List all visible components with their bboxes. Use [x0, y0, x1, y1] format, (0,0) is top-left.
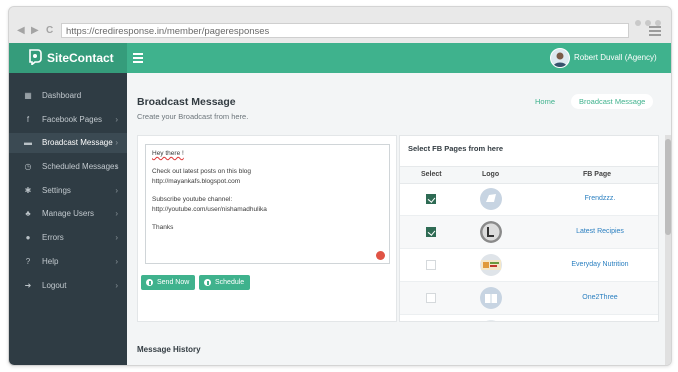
- sidebar-item-facebook-pages[interactable]: f Facebook Pages ›: [9, 110, 127, 130]
- table-row: Latest Recipies: [400, 216, 658, 249]
- sidebar-item-errors[interactable]: ● Errors ›: [9, 228, 127, 248]
- plus-circle-icon: [146, 279, 153, 286]
- brand-name: SiteContact: [47, 51, 114, 65]
- page-name-link[interactable]: One2Three: [540, 293, 658, 303]
- dashboard-icon: ▦: [24, 91, 32, 100]
- page-checkbox[interactable]: [426, 293, 436, 303]
- scrollbar-thumb[interactable]: [665, 139, 671, 235]
- editor-line: Check out latest posts on this blog: [152, 168, 252, 175]
- sidebar-item-label: Dashboard: [42, 91, 82, 100]
- clock-circle-icon: [204, 279, 211, 286]
- help-icon: ?: [25, 257, 31, 266]
- page-title: Broadcast Message: [137, 96, 236, 108]
- logout-icon: ➜: [24, 281, 32, 290]
- chevron-right-icon: ›: [115, 115, 118, 124]
- table-row: One2Three: [400, 282, 658, 315]
- chevron-right-icon: ›: [115, 281, 118, 290]
- message-history-title: Message History: [137, 345, 201, 354]
- broadcast-icon: ▬: [24, 138, 32, 147]
- table-row: Everyday Nutrition: [400, 249, 658, 282]
- page-checkbox[interactable]: [426, 194, 436, 204]
- page-checkbox[interactable]: [426, 260, 436, 270]
- column-header-logo: Logo: [482, 171, 500, 178]
- sidebar-item-settings[interactable]: ✱ Settings ›: [9, 181, 127, 201]
- chevron-right-icon: ›: [115, 233, 118, 242]
- error-icon: ●: [25, 233, 31, 242]
- page-logo-icon: [480, 188, 502, 210]
- page-name-link[interactable]: Everyday Nutrition: [540, 260, 658, 270]
- editor-line: Thanks: [152, 224, 174, 231]
- browser-menu-icon[interactable]: [649, 26, 661, 38]
- sidebar-item-scheduled-messages[interactable]: ◷ Scheduled Messages ›: [9, 157, 127, 177]
- sidebar-item-label: Help: [42, 257, 59, 266]
- gear-icon: ✱: [24, 186, 32, 195]
- editor-line: Hey there !: [152, 150, 184, 157]
- window-dot-icon[interactable]: [635, 20, 641, 26]
- browser-chrome: ◀ ▶ C https://crediresponse.in/member/pa…: [9, 7, 671, 43]
- chevron-right-icon: ›: [115, 138, 118, 147]
- sidebar-item-label: Errors: [42, 233, 64, 242]
- sidebar-item-manage-users[interactable]: ♣ Manage Users ›: [9, 204, 127, 224]
- main-content: Broadcast Message Create your Broadcast …: [127, 73, 671, 365]
- breadcrumb-current: Broadcast Message: [571, 94, 654, 109]
- page-name-link[interactable]: Frendzzz.: [540, 194, 658, 204]
- page-subtitle: Create your Broadcast from here.: [137, 112, 249, 121]
- user-photo-icon: [553, 52, 567, 67]
- page-logo-icon: [480, 287, 502, 309]
- menu-toggle-icon[interactable]: [133, 53, 143, 65]
- table-row: Frendzzz.: [400, 183, 658, 216]
- schedule-button[interactable]: Schedule: [199, 275, 251, 290]
- page-logo-icon: [480, 320, 502, 321]
- brand-logo[interactable]: SiteContact: [9, 43, 127, 73]
- compose-panel: Hey there ! Check out latest posts on th…: [137, 135, 397, 322]
- sidebar-item-label: Broadcast Message: [42, 138, 113, 147]
- table-row: [400, 315, 658, 321]
- column-header-select: Select: [421, 171, 442, 178]
- browser-window: ◀ ▶ C https://crediresponse.in/member/pa…: [8, 6, 672, 366]
- send-now-button[interactable]: Send Now: [141, 275, 196, 290]
- sidebar-item-help[interactable]: ? Help ›: [9, 252, 127, 272]
- sitecontact-logo-icon: [29, 49, 42, 65]
- column-header-page: FB Page: [583, 171, 612, 178]
- clock-icon: ◷: [24, 162, 32, 171]
- grammar-check-icon[interactable]: [376, 251, 385, 260]
- sidebar-item-broadcast-message[interactable]: ▬ Broadcast Message ›: [9, 133, 127, 153]
- editor-line: Subscribe youtube channel:: [152, 196, 233, 203]
- chevron-right-icon: ›: [115, 186, 118, 195]
- page-name-link[interactable]: Latest Recipies: [540, 227, 658, 237]
- sidebar-item-label: Logout: [42, 281, 67, 290]
- breadcrumb-home-link[interactable]: Home: [535, 97, 555, 107]
- page-checkbox[interactable]: [426, 227, 436, 237]
- sidebar: ▦ Dashboard f Facebook Pages › ▬ Broadca…: [9, 73, 127, 365]
- chevron-right-icon: ›: [115, 162, 118, 171]
- editor-line: http://youtube.com/user/nishamadhulika: [152, 206, 267, 213]
- forward-arrow-icon[interactable]: ▶: [31, 26, 39, 36]
- address-bar[interactable]: https://crediresponse.in/member/pageresp…: [61, 23, 629, 38]
- sidebar-item-label: Scheduled Messages: [42, 162, 119, 171]
- page-logo-icon: [480, 221, 502, 243]
- back-arrow-icon[interactable]: ◀: [17, 26, 25, 36]
- sidebar-item-label: Facebook Pages: [42, 115, 103, 124]
- sidebar-item-logout[interactable]: ➜ Logout ›: [9, 276, 127, 296]
- message-editor[interactable]: Hey there ! Check out latest posts on th…: [145, 144, 390, 264]
- user-name[interactable]: Robert Duvall (Agency): [574, 53, 657, 63]
- user-avatar[interactable]: [550, 48, 570, 68]
- chevron-right-icon: ›: [115, 209, 118, 218]
- sidebar-item-label: Settings: [42, 186, 71, 195]
- reload-icon[interactable]: C: [46, 26, 53, 36]
- fb-panel-title: Select FB Pages from here: [408, 144, 504, 153]
- page-logo-icon: [480, 254, 502, 276]
- fb-pages-panel: Select FB Pages from here Select Logo FB…: [399, 135, 659, 322]
- chevron-right-icon: ›: [115, 257, 118, 266]
- sidebar-item-label: Manage Users: [42, 209, 95, 218]
- facebook-icon: f: [26, 115, 30, 124]
- sidebar-item-dashboard[interactable]: ▦ Dashboard: [9, 86, 127, 106]
- top-bar: SiteContact Robert Duvall (Agency): [9, 43, 671, 73]
- editor-line: http://mayankafs.blogspot.com: [152, 178, 241, 185]
- users-icon: ♣: [25, 209, 31, 218]
- table-header: Select Logo FB Page: [400, 166, 658, 184]
- app: SiteContact Robert Duvall (Agency) ▦ Das…: [9, 43, 671, 365]
